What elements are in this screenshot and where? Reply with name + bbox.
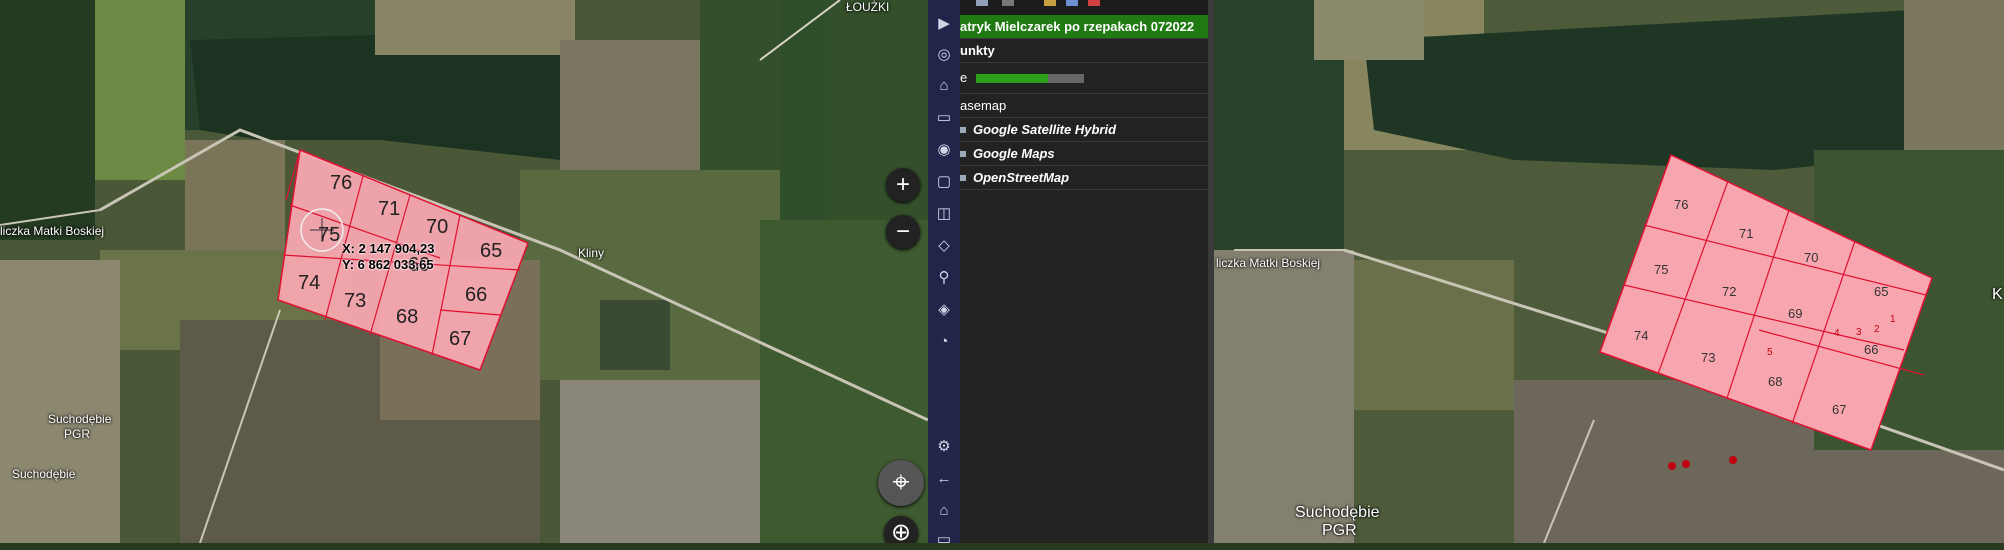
layer-tool-icon[interactable]: [1002, 0, 1014, 6]
camera-icon[interactable]: ◉: [934, 140, 954, 160]
folder-icon[interactable]: ▢: [934, 172, 954, 192]
layer-tool-icon[interactable]: [1066, 0, 1078, 6]
field-label: 67: [449, 328, 472, 350]
place-label-pgr: PGR: [64, 427, 91, 441]
tag-icon[interactable]: ◇: [934, 236, 954, 256]
layer-tool-icon[interactable]: [976, 0, 988, 6]
field-label: 71: [378, 198, 401, 220]
layer-panel: atryk Mielczarek po rzepakach 072022 unk…: [960, 0, 1214, 543]
shapes-icon[interactable]: ◫: [934, 204, 954, 224]
place-label-suchodebie: Suchodębie: [12, 467, 76, 481]
play-icon[interactable]: ▶: [934, 14, 954, 34]
coord-y: Y: 6 862 033,65: [342, 257, 434, 272]
place-label-chapel: liczka Matki Boskiej: [0, 224, 105, 238]
field-label: 71: [1739, 226, 1754, 241]
place-label-kliny: Kliny: [578, 246, 605, 260]
layer-tool-icon[interactable]: [1044, 0, 1056, 6]
satellite-imagery: [1214, 0, 2004, 543]
field-label: 73: [344, 290, 367, 312]
place-label-suchodebie: Suchodębie: [1295, 504, 1380, 521]
back-icon[interactable]: ←: [934, 469, 954, 489]
zoom-out-button[interactable]: −: [886, 215, 920, 249]
save-icon[interactable]: ▭: [934, 530, 954, 550]
sample-point-label: 3: [1856, 327, 1862, 338]
sample-point-label: 4: [1834, 328, 1840, 339]
satellite-imagery: [0, 0, 928, 543]
sample-point-label: 5: [1767, 347, 1773, 358]
field-label: 65: [480, 240, 503, 262]
coord-x: X: 2 147 904,23: [342, 241, 435, 256]
place-label-suchodebie-pgr: Suchodębie: [48, 412, 112, 426]
locate-button[interactable]: ⌖: [878, 460, 924, 506]
field-label: 68: [396, 306, 419, 328]
home-icon[interactable]: ⌂: [934, 501, 954, 521]
opacity-bar[interactable]: [976, 74, 1084, 83]
layer-openstreetmap[interactable]: OpenStreetMap: [960, 166, 1208, 190]
place-label-pgr: PGR: [1322, 522, 1357, 539]
map-view-right[interactable]: liczka Matki Boskiej Suchodębie PGR K 76…: [1214, 0, 2004, 543]
cursor-coordinates: X: 2 147 904,23 Y: 6 862 033,65: [342, 241, 435, 273]
layer-google-maps[interactable]: Google Maps: [960, 142, 1208, 166]
field-label: 70: [1804, 250, 1819, 265]
field-label: 76: [330, 172, 353, 194]
progress-label: e: [960, 70, 968, 85]
sample-point-label: 2: [1874, 324, 1880, 335]
field-label: 75: [1654, 262, 1669, 277]
field-label: 70: [426, 216, 449, 238]
layer-progress-row: e: [960, 63, 1208, 94]
field-label: 66: [1864, 342, 1879, 357]
add-point-button[interactable]: ⊕: [884, 516, 918, 543]
project-layer[interactable]: atryk Mielczarek po rzepakach 072022: [960, 15, 1208, 39]
field-label: 67: [1832, 402, 1847, 417]
sample-point-label: 1: [1890, 314, 1896, 325]
map-view-left[interactable]: ŁOUŻKI liczka Matki Boskiej Kliny Suchod…: [0, 0, 928, 543]
panel-toolbar: [960, 0, 1208, 15]
gps-icon[interactable]: ▭: [934, 108, 954, 128]
field-label: 74: [1634, 328, 1649, 343]
settings-icon[interactable]: ⚙: [934, 437, 954, 457]
zoom-in-button[interactable]: +: [886, 168, 920, 202]
field-label: 74: [298, 272, 321, 294]
layer-google-satellite-hybrid[interactable]: Google Satellite Hybrid: [960, 118, 1208, 142]
field-label: 75: [318, 224, 341, 246]
opacity-bar-fill: [976, 74, 1049, 83]
field-label: 68: [1768, 374, 1783, 389]
vertical-toolbar: ▶ ◎ ⌂ ▭ ◉ ▢ ◫ ◇ ⚲ ◈ ◔ ⚙ ← ⌂ ▭: [928, 0, 960, 548]
field-label: 69: [1788, 306, 1803, 321]
field-label: 72: [1722, 284, 1737, 299]
pin-icon[interactable]: ⚲: [934, 268, 954, 288]
layers-icon[interactable]: ◈: [934, 300, 954, 320]
place-label-chapel: liczka Matki Boskiej: [1216, 256, 1321, 270]
field-label: 66: [465, 284, 488, 306]
satellite-icon[interactable]: ⌂: [934, 76, 954, 96]
place-label: ŁOUŻKI: [846, 0, 890, 14]
layer-tool-icon[interactable]: [1088, 0, 1100, 6]
target-icon[interactable]: ◎: [934, 45, 954, 65]
place-label-k: K: [1992, 286, 2003, 303]
gauge-icon[interactable]: ◔: [934, 332, 954, 352]
field-label: 73: [1701, 350, 1716, 365]
field-label: 76: [1674, 197, 1689, 212]
points-layer[interactable]: unkty: [960, 39, 1208, 63]
basemap-group[interactable]: asemap: [960, 94, 1208, 118]
field-label: 65: [1874, 284, 1889, 299]
